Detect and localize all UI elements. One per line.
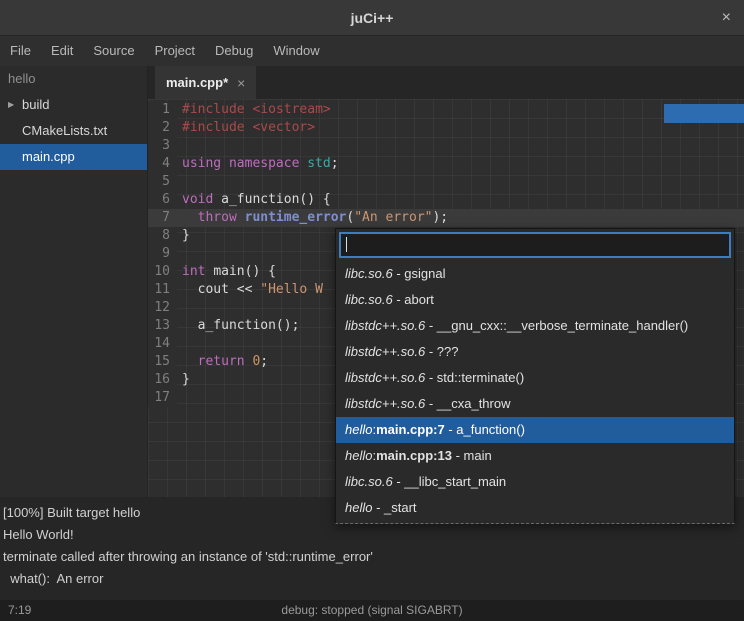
line-number: 15 <box>148 353 177 371</box>
backtrace-item[interactable]: libstdc++.so.6 - __cxa_throw <box>336 391 734 417</box>
backtrace-popup: libc.so.6 - gsignallibc.so.6 - abortlibs… <box>335 228 735 524</box>
backtrace-item[interactable]: hello:main.cpp:7 - a_function() <box>336 417 734 443</box>
code-line-7[interactable]: 7 throw runtime_error("An error"); <box>148 209 744 227</box>
tab-label: main.cpp* <box>166 75 228 90</box>
code-text: cout << "Hello W <box>177 281 323 299</box>
text-caret <box>346 237 347 252</box>
code-text: using namespace std; <box>177 155 339 173</box>
menu-project[interactable]: Project <box>145 36 205 66</box>
backtrace-list: libc.so.6 - gsignallibc.so.6 - abortlibs… <box>336 261 734 523</box>
debug-status: debug: stopped (signal SIGABRT) <box>0 600 744 621</box>
code-text: return 0; <box>177 353 268 371</box>
backtrace-item[interactable]: libc.so.6 - abort <box>336 287 734 313</box>
backtrace-item[interactable]: libc.so.6 - __libc_start_main <box>336 469 734 495</box>
scrollbar-thumb[interactable] <box>664 104 744 123</box>
code-line-5[interactable]: 5 <box>148 173 744 191</box>
backtrace-filter-input[interactable] <box>339 232 731 258</box>
line-number: 7 <box>148 209 177 227</box>
line-number: 10 <box>148 263 177 281</box>
status-bar: 7:19 debug: stopped (signal SIGABRT) <box>0 600 744 621</box>
code-text <box>177 173 182 191</box>
backtrace-item[interactable]: libstdc++.so.6 - __gnu_cxx::__verbose_te… <box>336 313 734 339</box>
line-number: 3 <box>148 137 177 155</box>
line-number: 13 <box>148 317 177 335</box>
code-text <box>177 245 182 263</box>
line-number: 11 <box>148 281 177 299</box>
menu-edit[interactable]: Edit <box>41 36 83 66</box>
code-line-2[interactable]: 2#include <vector> <box>148 119 744 137</box>
code-text <box>177 137 182 155</box>
tree-item-cmakelists.txt[interactable]: CMakeLists.txt <box>0 118 147 144</box>
line-number: 9 <box>148 245 177 263</box>
backtrace-item[interactable]: libstdc++.so.6 - std::terminate() <box>336 365 734 391</box>
tab-main-cpp[interactable]: main.cpp* × <box>155 66 256 99</box>
tab-close-icon[interactable]: × <box>237 75 245 91</box>
code-text: } <box>177 371 190 389</box>
code-text: a_function(); <box>177 317 299 335</box>
code-text: #include <vector> <box>177 119 315 137</box>
project-name: hello <box>0 66 147 92</box>
tree-item-build[interactable]: ▶ build <box>0 92 147 118</box>
tab-bar: main.cpp* × <box>148 66 744 99</box>
code-text: #include <iostream> <box>177 101 331 119</box>
menu-debug[interactable]: Debug <box>205 36 263 66</box>
tree-item-label: build <box>22 97 49 112</box>
title-bar: juCi++ × <box>0 0 744 36</box>
output-line: what(): An error <box>3 568 741 590</box>
code-line-4[interactable]: 4using namespace std; <box>148 155 744 173</box>
backtrace-item[interactable]: hello:main.cpp:13 - main <box>336 443 734 469</box>
line-number: 16 <box>148 371 177 389</box>
sidebar: hello ▶ build CMakeLists.txt main.cpp <box>0 66 148 497</box>
line-number: 14 <box>148 335 177 353</box>
backtrace-item[interactable]: hello - _start <box>336 495 734 521</box>
line-number: 4 <box>148 155 177 173</box>
menu-window[interactable]: Window <box>263 36 329 66</box>
line-number: 12 <box>148 299 177 317</box>
output-line: terminate called after throwing an insta… <box>3 546 741 568</box>
line-number: 8 <box>148 227 177 245</box>
code-text: int main() { <box>177 263 276 281</box>
window-title: juCi++ <box>351 10 394 26</box>
code-text <box>177 335 182 353</box>
tree-item-main.cpp[interactable]: main.cpp <box>0 144 147 170</box>
code-line-6[interactable]: 6void a_function() { <box>148 191 744 209</box>
output-line: Hello World! <box>3 524 741 546</box>
code-line-3[interactable]: 3 <box>148 137 744 155</box>
menu-source[interactable]: Source <box>83 36 144 66</box>
line-number: 2 <box>148 119 177 137</box>
menu-file[interactable]: File <box>0 36 41 66</box>
line-number: 17 <box>148 389 177 407</box>
code-text: } <box>177 227 190 245</box>
code-line-1[interactable]: 1#include <iostream> <box>148 101 744 119</box>
tree-item-label: main.cpp <box>22 149 75 164</box>
code-text <box>177 299 182 317</box>
file-tree: ▶ build CMakeLists.txt main.cpp <box>0 92 147 170</box>
code-text: void a_function() { <box>177 191 331 209</box>
code-text: throw runtime_error("An error"); <box>177 209 448 227</box>
tree-item-label: CMakeLists.txt <box>22 123 107 138</box>
expander-icon[interactable]: ▶ <box>8 92 14 118</box>
menu-bar: FileEditSourceProjectDebugWindow <box>0 36 744 66</box>
line-number: 5 <box>148 173 177 191</box>
line-number: 6 <box>148 191 177 209</box>
backtrace-item[interactable]: libstdc++.so.6 - ??? <box>336 339 734 365</box>
close-icon[interactable]: × <box>722 9 731 27</box>
code-text <box>177 389 182 407</box>
line-number: 1 <box>148 101 177 119</box>
backtrace-item[interactable]: libc.so.6 - gsignal <box>336 261 734 287</box>
